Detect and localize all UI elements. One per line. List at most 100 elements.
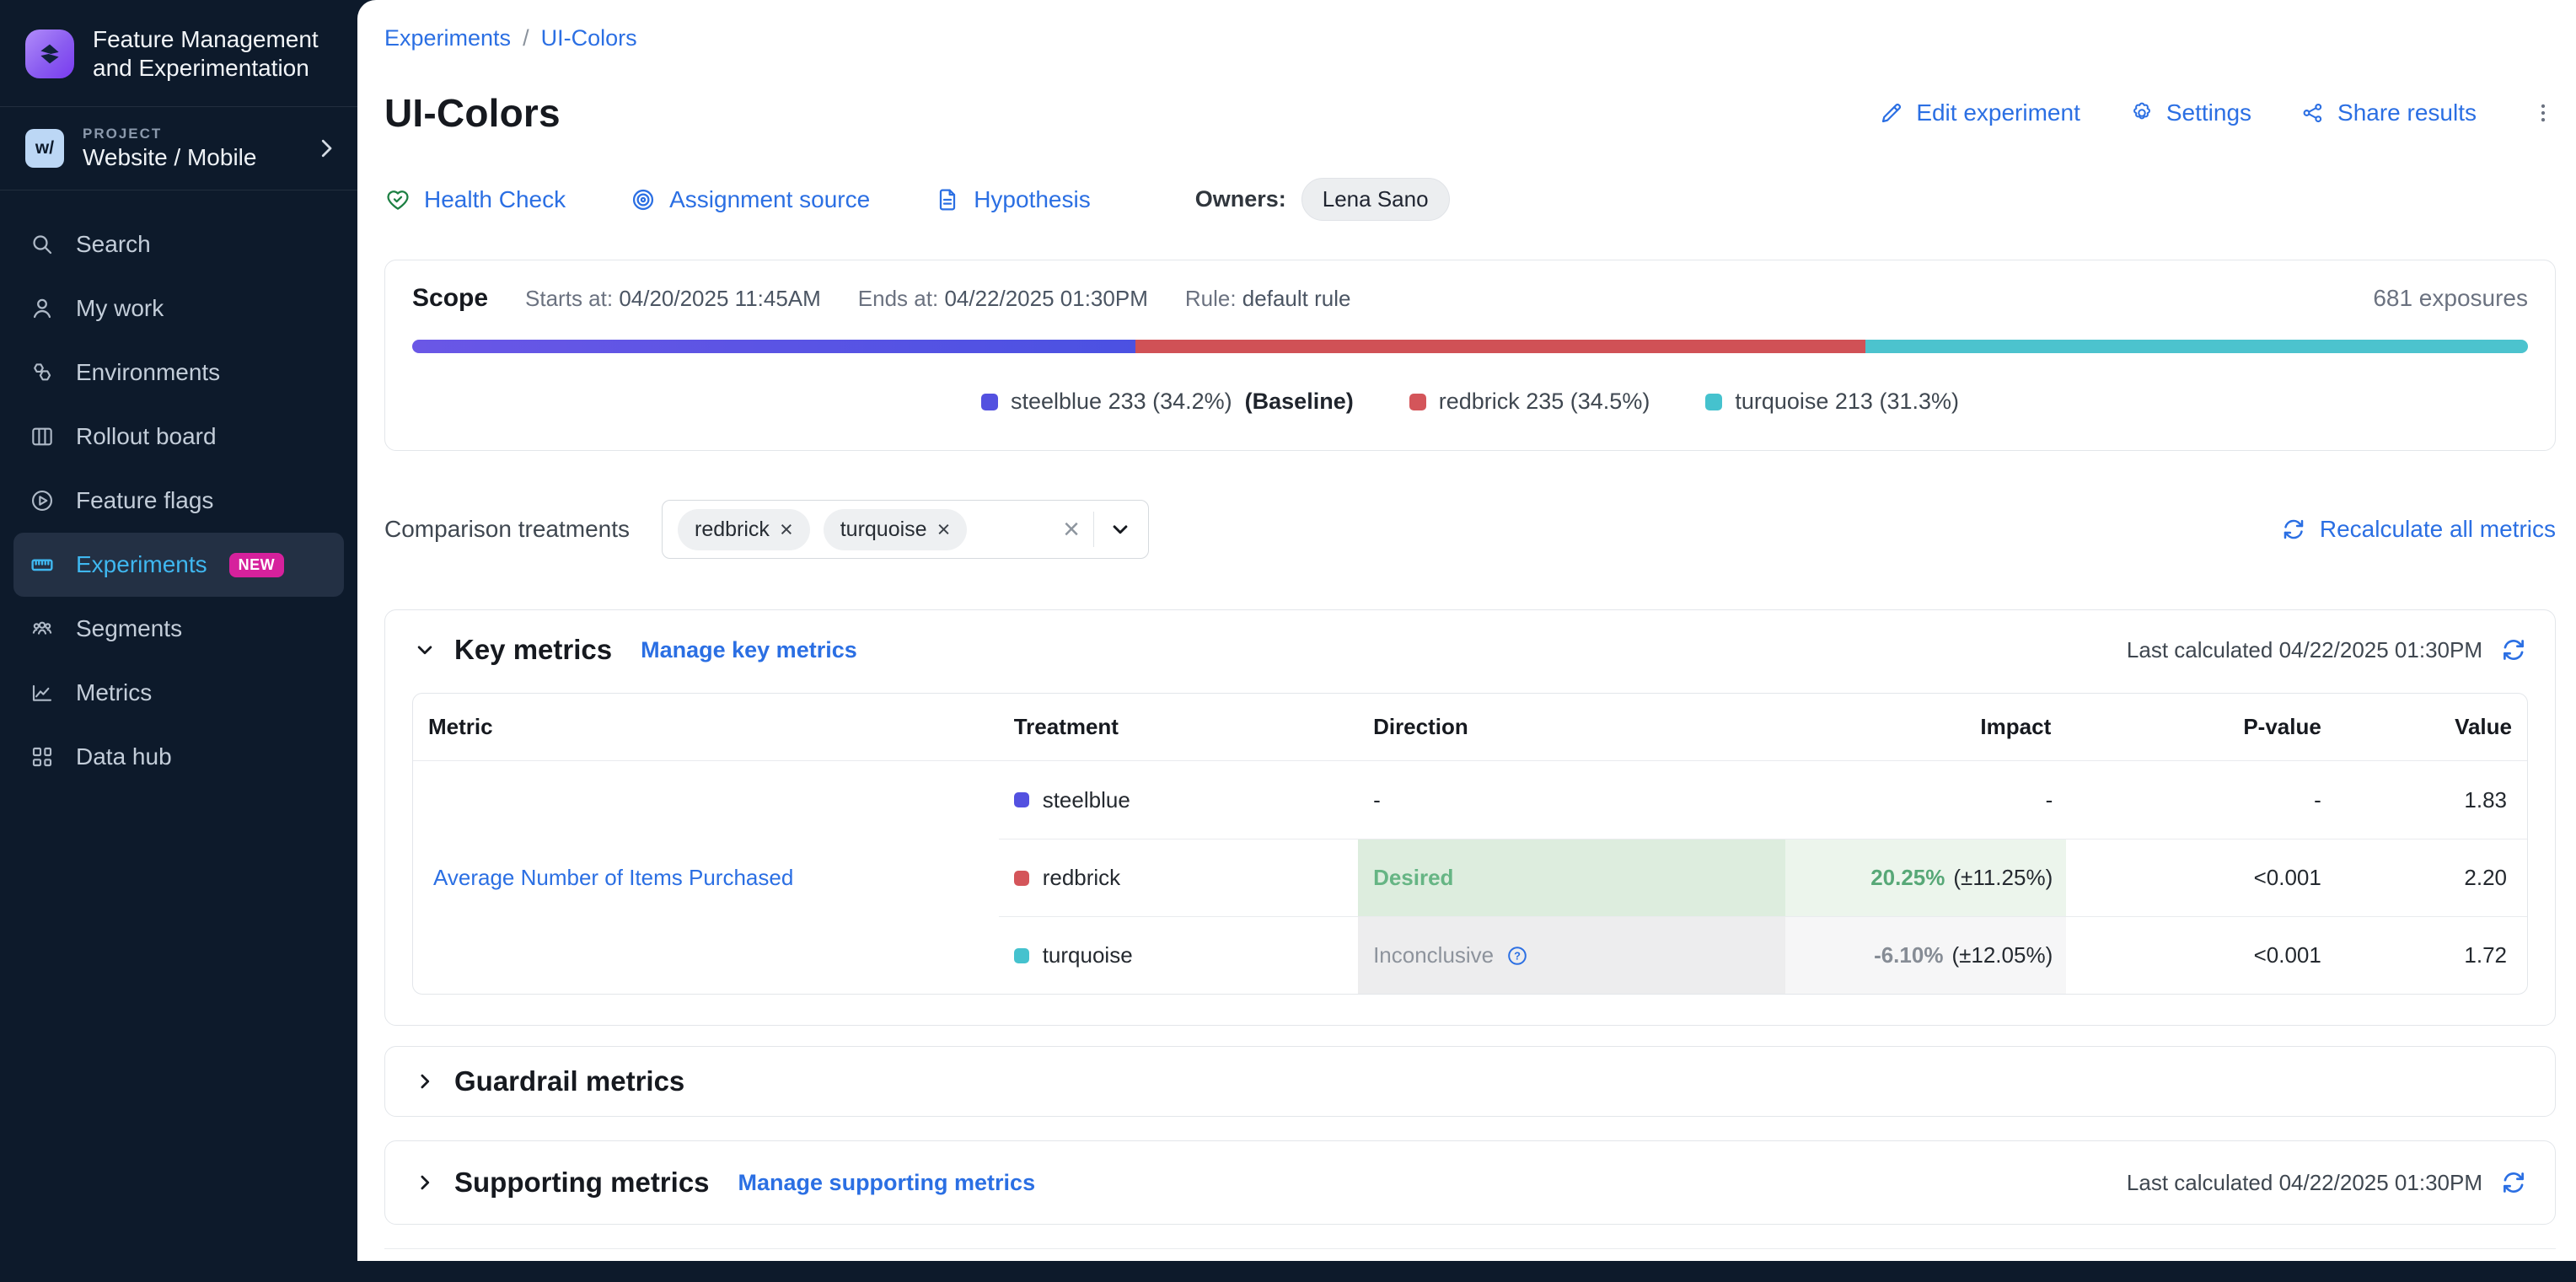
clear-all-icon[interactable]: × <box>1063 517 1080 542</box>
chip-turquoise[interactable]: turquoise× <box>824 509 968 550</box>
sidebar-item-label: Segments <box>76 615 182 642</box>
expand-guardrail-chevron[interactable] <box>412 1069 437 1094</box>
new-badge: NEW <box>229 553 285 577</box>
pencil-icon <box>1879 100 1904 126</box>
recalculate-all-metrics-button[interactable]: Recalculate all metrics <box>2280 516 2556 543</box>
col-header-treatment: Treatment <box>999 694 1358 761</box>
project-avatar: w/ <box>25 129 64 168</box>
legend-swatch <box>1705 394 1722 410</box>
treatments-multiselect[interactable]: redbrick× turquoise× × <box>662 500 1149 559</box>
supporting-last-calculated: Last calculated 04/22/2025 01:30PM <box>2127 1170 2482 1196</box>
project-name: Website / Mobile <box>83 144 256 171</box>
edit-experiment-label: Edit experiment <box>1916 99 2080 126</box>
project-switcher[interactable]: w/ PROJECT Website / Mobile <box>0 107 357 190</box>
table-row-treatment: turquoise <box>999 916 1358 994</box>
refresh-icon[interactable] <box>2499 636 2528 664</box>
owners-label: Owners: <box>1195 186 1286 212</box>
settings-button[interactable]: Settings <box>2129 99 2251 126</box>
share-results-label: Share results <box>2337 99 2477 126</box>
key-metrics-last-calculated: Last calculated 04/22/2025 01:30PM <box>2127 637 2482 663</box>
impact-cell: -6.10% (±12.05%) <box>1785 916 2067 994</box>
page-title: UI-Colors <box>384 90 561 136</box>
grid-icon <box>29 743 56 770</box>
sidebar-item-search[interactable]: Search <box>0 212 357 276</box>
manage-key-metrics-link[interactable]: Manage key metrics <box>641 637 857 663</box>
sidebar-item-label: Rollout board <box>76 423 217 450</box>
hexagons-icon <box>29 359 56 386</box>
treatment-swatch <box>1014 871 1029 886</box>
exposures-count: 681 exposures <box>2373 285 2528 312</box>
sidebar: Feature Management and Experimentation w… <box>0 0 357 1261</box>
key-metrics-table: Metric Treatment Direction Impact P-valu… <box>412 693 2528 995</box>
chip-redbrick[interactable]: redbrick× <box>678 509 810 550</box>
value-cell: 2.20 <box>2360 839 2527 916</box>
recalculate-label: Recalculate all metrics <box>2320 516 2556 543</box>
more-options-button[interactable] <box>2530 100 2556 126</box>
sidebar-item-label: Data hub <box>76 743 172 770</box>
app-logo-icon <box>25 30 74 78</box>
chevron-down-icon[interactable] <box>1108 517 1133 542</box>
p-value-cell: <0.001 <box>2066 839 2360 916</box>
value-cell: 1.83 <box>2360 761 2527 839</box>
health-check-link[interactable]: Health Check <box>384 186 566 213</box>
sidebar-item-label: Search <box>76 231 151 258</box>
treatment-swatch <box>1014 792 1029 807</box>
help-icon[interactable]: ? <box>1505 944 1529 968</box>
hypothesis-link[interactable]: Hypothesis <box>934 186 1091 213</box>
hypothesis-label: Hypothesis <box>974 186 1091 213</box>
sidebar-item-label: Environments <box>76 359 220 386</box>
refresh-icon <box>2280 516 2307 543</box>
document-icon <box>934 186 961 213</box>
line-chart-icon <box>29 679 56 706</box>
chip-remove-icon[interactable]: × <box>780 521 793 538</box>
expand-supporting-chevron[interactable] <box>412 1170 437 1195</box>
manage-supporting-metrics-link[interactable]: Manage supporting metrics <box>738 1170 1036 1196</box>
metric-name-cell: Average Number of Items Purchased <box>413 761 999 994</box>
breadcrumb-current[interactable]: UI-Colors <box>541 25 637 51</box>
edit-experiment-button[interactable]: Edit experiment <box>1879 99 2080 126</box>
legend-item-turquoise: turquoise 213 (31.3%) <box>1705 389 1959 415</box>
app-logo-row: Feature Management and Experimentation <box>0 0 357 107</box>
baseline-label: (Baseline) <box>1245 389 1354 415</box>
scope-ends: Ends at: 04/22/2025 01:30PM <box>858 286 1148 312</box>
sidebar-item-data-hub[interactable]: Data hub <box>0 725 357 789</box>
owner-chip[interactable]: Lena Sano <box>1301 178 1450 221</box>
direction-cell: - <box>1358 761 1785 839</box>
impact-cell: - <box>1785 761 2067 839</box>
chevron-right-icon <box>314 136 339 161</box>
collapse-key-metrics-chevron[interactable] <box>412 637 437 662</box>
scope-rule: Rule: default rule <box>1185 286 1351 312</box>
key-metrics-card: Key metrics Manage key metrics Last calc… <box>384 609 2556 1026</box>
comparison-treatments-label: Comparison treatments <box>384 516 630 543</box>
next-section-edge <box>384 1248 2556 1282</box>
sidebar-item-experiments[interactable]: Experiments NEW <box>13 533 344 597</box>
refresh-icon[interactable] <box>2499 1168 2528 1197</box>
sidebar-item-segments[interactable]: Segments <box>0 597 357 661</box>
metric-link[interactable]: Average Number of Items Purchased <box>433 865 793 891</box>
assignment-source-label: Assignment source <box>669 186 870 213</box>
share-results-button[interactable]: Share results <box>2300 99 2477 126</box>
sidebar-item-my-work[interactable]: My work <box>0 276 357 341</box>
flag-circle-icon <box>29 487 56 514</box>
search-icon <box>29 231 56 258</box>
col-header-metric: Metric <box>413 694 999 761</box>
sidebar-item-label: Metrics <box>76 679 152 706</box>
sidebar-item-rollout-board[interactable]: Rollout board <box>0 405 357 469</box>
bar-segment-steelblue <box>412 340 1135 353</box>
ruler-icon <box>29 551 56 578</box>
scope-title: Scope <box>412 284 488 313</box>
breadcrumb-experiments[interactable]: Experiments <box>384 25 511 51</box>
sidebar-item-label: Feature flags <box>76 487 213 514</box>
guardrail-metrics-card: Guardrail metrics <box>384 1046 2556 1117</box>
svg-text:?: ? <box>1514 949 1521 962</box>
sidebar-item-environments[interactable]: Environments <box>0 341 357 405</box>
share-icon <box>2300 100 2326 126</box>
assignment-source-link[interactable]: Assignment source <box>630 186 870 213</box>
select-divider <box>1093 512 1094 547</box>
bullseye-icon <box>630 186 657 213</box>
sidebar-item-feature-flags[interactable]: Feature flags <box>0 469 357 533</box>
legend-swatch <box>1409 394 1426 410</box>
sidebar-item-metrics[interactable]: Metrics <box>0 661 357 725</box>
legend-item-redbrick: redbrick 235 (34.5%) <box>1409 389 1650 415</box>
chip-remove-icon[interactable]: × <box>937 521 951 538</box>
